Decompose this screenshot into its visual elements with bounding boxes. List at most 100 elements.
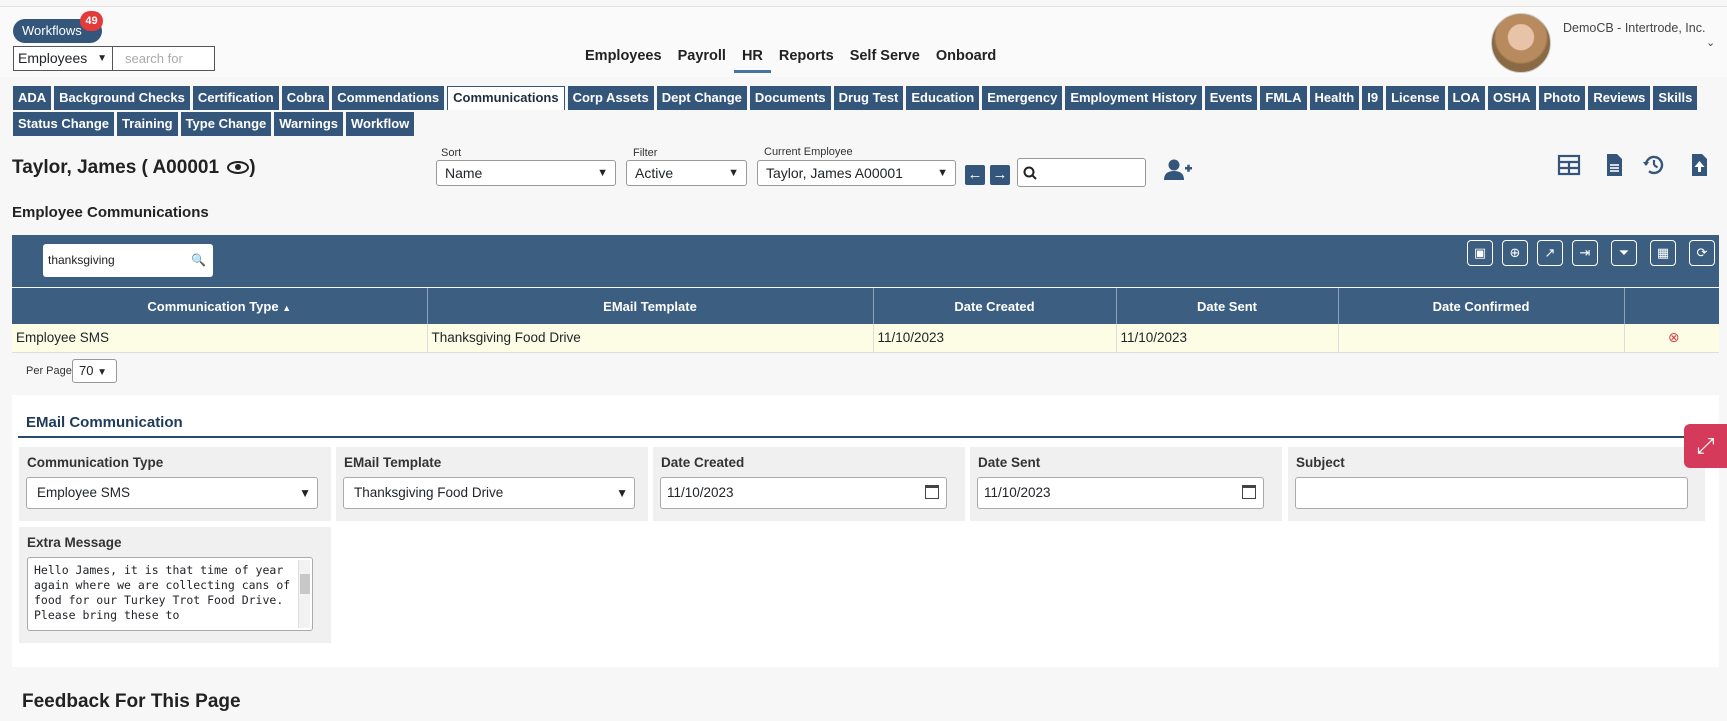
col-email-template[interactable]: EMail Template [427,288,874,324]
tab-commendations[interactable]: Commendations [332,86,445,110]
chevron-down-icon: ▼ [597,167,608,179]
tab-employment-history[interactable]: Employment History [1065,86,1202,110]
avatar[interactable] [1491,13,1551,73]
chevron-down-icon: ▼ [616,486,628,500]
feedback-title: Feedback For This Page [22,691,241,712]
tab-license[interactable]: License [1386,86,1445,110]
save-icon[interactable]: ▣ [1467,240,1493,266]
grid-search-input[interactable]: thanksgiving 🔍 [43,244,213,277]
current-employee-select[interactable]: Taylor, James A00001 ▼ [757,160,956,186]
tab-status-change[interactable]: Status Change [13,112,115,136]
chevron-down-icon[interactable]: ⌄ [1706,36,1715,49]
tab-skills[interactable]: Skills [1653,86,1698,110]
header [0,7,1727,77]
tab-certification[interactable]: Certification [192,86,279,110]
eye-icon[interactable] [227,161,250,175]
company-name[interactable]: DemoCB - Intertrode, Inc. [1563,21,1705,35]
nav-hr[interactable]: HR [733,48,771,73]
date-created-input[interactable]: 11/10/2023 [660,477,947,509]
cell-date-confirmed [1338,324,1625,353]
add-employee-button[interactable] [1163,158,1193,188]
tab-education[interactable]: Education [906,86,980,110]
tab-loa[interactable]: LOA [1447,86,1485,110]
tab-cobra[interactable]: Cobra [281,86,330,110]
form-title: EMail Communication [26,414,183,431]
col-communication-type-label: Communication Type [147,298,279,314]
tab-drug-test[interactable]: Drug Test [833,86,904,110]
tab-communications[interactable]: Communications [447,86,565,110]
nav-payroll[interactable]: Payroll [678,48,726,64]
subject-input[interactable] [1295,477,1688,509]
refresh-icon[interactable]: ⟳ [1689,240,1715,266]
tab-corp-assets[interactable]: Corp Assets [567,86,654,110]
side-expand-button[interactable]: ⤢ [1684,424,1727,468]
calendar-icon[interactable] [1242,485,1256,499]
email-template-label: EMail Template [344,455,442,470]
current-employee-label: Current Employee [764,146,853,158]
comm-type-select[interactable]: Employee SMS ▼ [26,477,318,509]
search-input[interactable]: search for [112,46,215,71]
search-icon [1023,166,1037,180]
nav-onboard[interactable]: Onboard [936,48,996,64]
tab-ada[interactable]: ADA [13,86,52,110]
nav-employees[interactable]: Employees [585,48,662,64]
grid-view-icon[interactable] [1557,153,1581,177]
tab-row-1: ADA Background Checks Certification Cobra Co… [13,86,1713,110]
nav-self-serve[interactable]: Self Serve [850,48,920,64]
textarea-scrollbar[interactable] [298,560,310,628]
col-date-created[interactable]: Date Created [873,288,1117,324]
sort-label: Sort [441,147,462,159]
tab-osha[interactable]: OSHA [1487,86,1536,110]
expand-icon: ⤢ [1696,433,1715,458]
chevron-down-icon: ▼ [97,53,107,64]
date-sent-input[interactable]: 11/10/2023 [977,477,1264,509]
section-title: Employee Communications [12,204,209,221]
filter-value: Active [635,165,674,181]
filter-select[interactable]: Active ▼ [626,160,747,186]
tab-background-checks[interactable]: Background Checks [54,86,190,110]
tab-health[interactable]: Health [1309,86,1360,110]
columns-icon[interactable]: ▦ [1650,240,1676,266]
filter-icon[interactable]: ⏷ [1611,240,1637,266]
next-employee-button[interactable]: → [990,165,1010,185]
tab-workflow[interactable]: Workflow [346,112,415,136]
export-icon[interactable]: ⇥ [1572,240,1598,266]
table-row[interactable]: Employee SMS Thanksgiving Food Drive 11/… [12,324,1720,353]
search-icon: 🔍 [191,253,206,267]
search-scope-select[interactable]: Employees ▼ [13,46,113,71]
tab-events[interactable]: Events [1204,86,1258,110]
history-icon[interactable] [1642,153,1666,177]
tab-type-change[interactable]: Type Change [180,112,272,136]
col-date-sent[interactable]: Date Sent [1116,288,1339,324]
nav-reports[interactable]: Reports [779,48,834,64]
open-external-icon[interactable]: ↗ [1537,240,1563,266]
extra-message-textarea[interactable]: Hello James, it is that time of year aga… [27,557,313,631]
delete-icon[interactable]: ⊗ [1629,329,1720,346]
calendar-icon[interactable] [925,485,939,499]
tab-photo[interactable]: Photo [1538,86,1586,110]
tab-documents[interactable]: Documents [749,86,831,110]
sort-select[interactable]: Name ▼ [436,160,616,186]
current-employee-value: Taylor, James A00001 [766,165,903,181]
date-created-value: 11/10/2023 [667,485,734,500]
tab-i9[interactable]: I9 [1362,86,1384,110]
grid-toolbar [12,235,1719,287]
tab-reviews[interactable]: Reviews [1588,86,1651,110]
tab-emergency[interactable]: Emergency [982,86,1063,110]
tab-fmla[interactable]: FMLA [1260,86,1307,110]
email-template-select[interactable]: Thanksgiving Food Drive ▼ [343,477,635,509]
document-icon[interactable] [1602,153,1626,177]
employee-search-input[interactable] [1017,158,1146,187]
tab-dept-change[interactable]: Dept Change [656,86,747,110]
col-date-confirmed[interactable]: Date Confirmed [1338,288,1625,324]
scrollbar-thumb[interactable] [300,574,310,594]
col-communication-type[interactable]: Communication Type ▲ [12,288,428,324]
previous-employee-button[interactable]: ← [965,165,985,185]
tab-warnings[interactable]: Warnings [274,112,343,136]
cell-email-template: Thanksgiving Food Drive [427,324,874,353]
per-page-select[interactable]: 70 ▼ [72,359,117,383]
upload-icon[interactable] [1687,153,1711,177]
add-icon[interactable]: ⊕ [1502,240,1528,266]
tab-training[interactable]: Training [117,112,178,136]
date-sent-value: 11/10/2023 [984,485,1051,500]
